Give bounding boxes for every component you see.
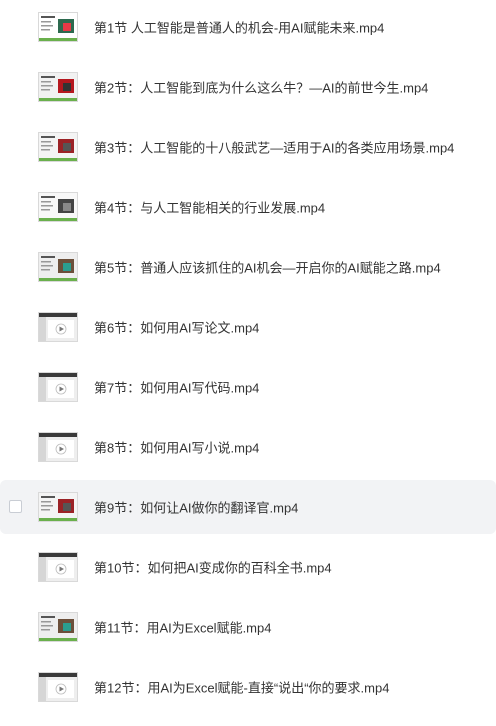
file-row[interactable]: 第3节：人工智能的十八般武艺—适用于AI的各类应用场景.mp4 (0, 120, 496, 174)
file-row[interactable]: 第8节：如何用AI写小说.mp4 (0, 420, 496, 474)
file-row[interactable]: 第10节：如何把AI变成你的百科全书.mp4 (0, 540, 496, 594)
slides-thumbnail-icon (38, 492, 78, 522)
screen-recording-thumbnail-icon (38, 672, 78, 702)
screen-recording-thumbnail-icon (38, 552, 78, 582)
slides-thumbnail-icon (38, 12, 78, 42)
slides-thumbnail-icon (38, 252, 78, 282)
file-name: 第1节 人工智能是普通人的机会-用AI赋能未来.mp4 (94, 20, 385, 36)
file-name: 第9节：如何让AI做你的翻译官.mp4 (94, 500, 299, 516)
video-file-list: 第1节 人工智能是普通人的机会-用AI赋能未来.mp4 第2节：人工智能到底为什么… (0, 0, 496, 726)
file-row[interactable]: 第6节：如何用AI写论文.mp4 (0, 300, 496, 354)
file-row[interactable]: 第4节：与人工智能相关的行业发展.mp4 (0, 180, 496, 234)
file-name: 第11节：用AI为Excel赋能.mp4 (94, 620, 272, 636)
slides-thumbnail-icon (38, 192, 78, 222)
slides-thumbnail-icon (38, 132, 78, 162)
screen-recording-thumbnail-icon (38, 432, 78, 462)
file-row[interactable]: 第12节：用AI为Excel赋能-直接“说出“你的要求.mp4 (0, 660, 496, 714)
file-name: 第2节：人工智能到底为什么这么牛？—AI的前世今生.mp4 (94, 80, 429, 96)
file-name: 第3节：人工智能的十八般武艺—适用于AI的各类应用场景.mp4 (94, 140, 455, 156)
select-checkbox[interactable] (9, 500, 22, 513)
file-name: 第10节：如何把AI变成你的百科全书.mp4 (94, 560, 332, 576)
file-name: 第5节：普通人应该抓住的AI机会—开启你的AI赋能之路.mp4 (94, 260, 441, 276)
file-row[interactable]: 第1节 人工智能是普通人的机会-用AI赋能未来.mp4 (0, 0, 496, 54)
file-row[interactable]: 第5节：普通人应该抓住的AI机会—开启你的AI赋能之路.mp4 (0, 240, 496, 294)
file-name: 第8节：如何用AI写小说.mp4 (94, 440, 260, 456)
screen-recording-thumbnail-icon (38, 312, 78, 342)
slides-thumbnail-icon (38, 612, 78, 642)
file-name: 第7节：如何用AI写代码.mp4 (94, 380, 260, 396)
file-row[interactable]: 第11节：用AI为Excel赋能.mp4 (0, 600, 496, 654)
file-name: 第12节：用AI为Excel赋能-直接“说出“你的要求.mp4 (94, 680, 390, 696)
file-row[interactable]: 第2节：人工智能到底为什么这么牛？—AI的前世今生.mp4 (0, 60, 496, 114)
file-row[interactable]: 第7节：如何用AI写代码.mp4 (0, 360, 496, 414)
file-name: 第6节：如何用AI写论文.mp4 (94, 320, 260, 336)
screen-recording-thumbnail-icon (38, 372, 78, 402)
slides-thumbnail-icon (38, 72, 78, 102)
file-name: 第4节：与人工智能相关的行业发展.mp4 (94, 200, 326, 216)
file-row[interactable]: 第9节：如何让AI做你的翻译官.mp4 (0, 480, 496, 534)
